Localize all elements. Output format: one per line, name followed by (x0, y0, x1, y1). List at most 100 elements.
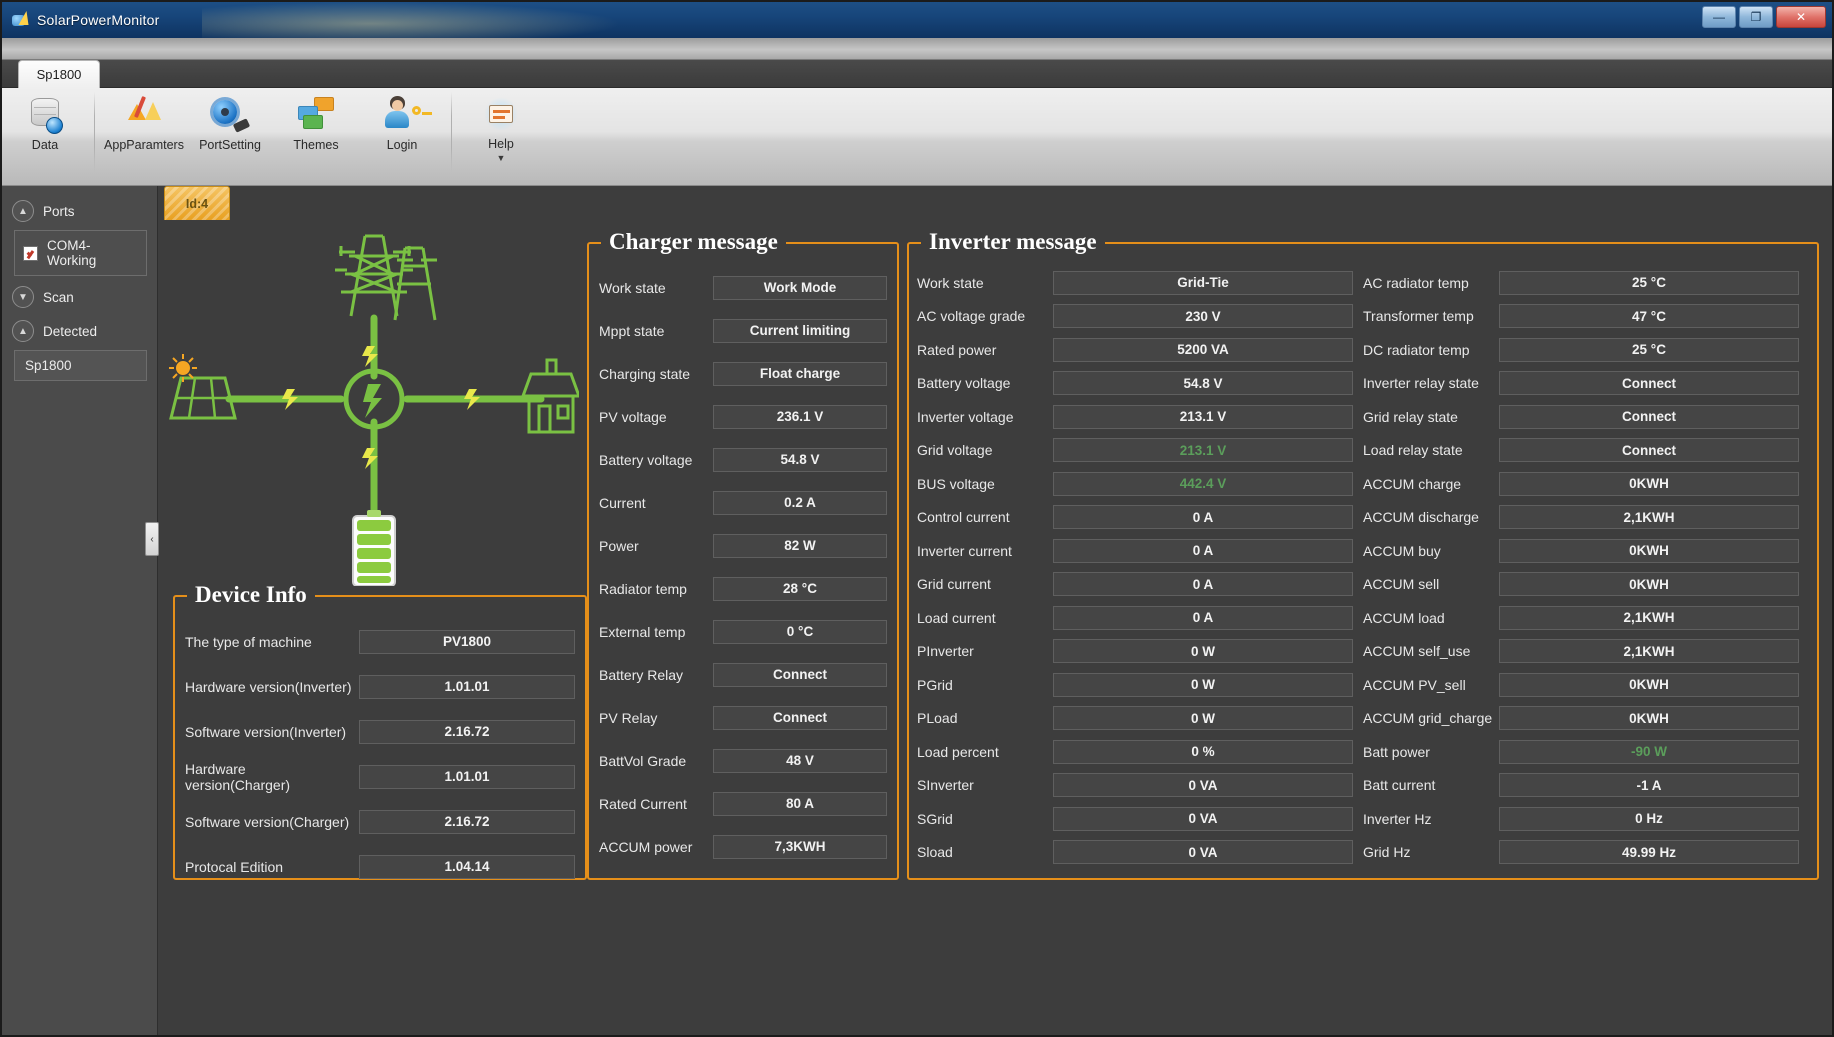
inverter-value: 47 °C (1499, 304, 1799, 329)
solar-panel-icon (169, 354, 237, 420)
chevron-up-icon-ports[interactable]: ▲ (12, 200, 34, 222)
sidebar-label-scan: Scan (43, 289, 74, 305)
sidebar-item-com4[interactable]: COM4-Working (14, 230, 147, 276)
chevron-down-icon[interactable]: ▼ (497, 153, 506, 163)
inverter-label: ACCUM load (1363, 609, 1445, 626)
inverter-value: 0 VA (1053, 773, 1353, 798)
inverter-row: ACCUM load 2,1KWH (1363, 601, 1809, 635)
inverter-row: Work state Grid-Tie (917, 266, 1363, 300)
charger-row: Mppt state Current limiting (599, 309, 887, 352)
charger-row: ACCUM power 7,3KWH (599, 825, 887, 868)
device-info-row: The type of machine PV1800 (185, 619, 575, 664)
inverter-value: 0KWH (1499, 706, 1799, 731)
inverter-label: Inverter voltage (917, 408, 1014, 425)
inverter-label: PLoad (917, 710, 958, 727)
inverter-value: 230 V (1053, 304, 1353, 329)
device-info-value: 1.01.01 (359, 764, 575, 789)
inverter-row: Batt power -90 W (1363, 735, 1809, 769)
minimize-button[interactable]: — (1702, 6, 1736, 28)
parameters-icon (124, 94, 164, 134)
inverter-value: 0KWH (1499, 572, 1799, 597)
ribbon-button-data-label: Data (31, 138, 59, 152)
inverter-row: AC voltage grade 230 V (917, 300, 1363, 334)
device-info-label: Software version(Charger) (185, 813, 350, 830)
chevron-down-icon-scan[interactable]: ▼ (12, 286, 34, 308)
close-button[interactable]: ✕ (1776, 6, 1826, 28)
device-info-row: Software version(Inverter) 2.16.72 (185, 709, 575, 754)
inverter-label: Work state (917, 274, 984, 291)
maximize-button[interactable]: ❐ (1739, 6, 1773, 28)
inverter-label: Load percent (917, 743, 999, 760)
tab-sp1800[interactable]: Sp1800 (18, 60, 100, 88)
ribbon-top-strip (2, 38, 1832, 60)
inverter-row: Inverter current 0 A (917, 534, 1363, 568)
inverter-label: Grid voltage (917, 442, 993, 459)
inverter-value: 2,1KWH (1499, 639, 1799, 664)
ribbon-button-data[interactable]: Data (2, 88, 88, 152)
inverter-label: DC radiator temp (1363, 341, 1470, 358)
sidebar-section-detected[interactable]: ▲ Detected (2, 314, 157, 348)
charger-label: Battery Relay (599, 666, 684, 683)
inverter-value: 0 Hz (1499, 806, 1799, 831)
database-icon (25, 94, 65, 134)
inverter-row: PInverter 0 W (917, 635, 1363, 669)
ribbon-button-login[interactable]: Login (359, 88, 445, 152)
charger-value: Current limiting (713, 318, 887, 343)
inverter-value: 0KWH (1499, 672, 1799, 697)
inverter-value: 0 A (1053, 505, 1353, 530)
inverter-label: ACCUM self_use (1363, 643, 1471, 660)
device-info-value: PV1800 (359, 629, 575, 654)
inverter-value: 213.1 V (1053, 404, 1353, 429)
inverter-label: SInverter (917, 777, 974, 794)
ribbon-button-appparamters[interactable]: AppParamters (101, 88, 187, 152)
themes-icon (296, 94, 336, 134)
ribbon-group-help: Help ▼ (458, 88, 544, 184)
inverter-label: Control current (917, 509, 1010, 526)
charger-label: ACCUM power (599, 838, 693, 855)
checkbox-com4[interactable] (23, 245, 38, 261)
charger-label: Charging state (599, 365, 691, 382)
device-info-value: 1.04.14 (359, 854, 575, 879)
inverter-value: 2,1KWH (1499, 605, 1799, 630)
charger-value: 80 A (713, 791, 887, 816)
sidebar-section-ports[interactable]: ▲ Ports (2, 194, 157, 228)
inverter-label: PGrid (917, 676, 953, 693)
help-icon-wrap (481, 94, 521, 134)
inverter-label: Inverter Hz (1363, 810, 1432, 827)
device-info-value: 1.01.01 (359, 674, 575, 699)
inverter-value: 54.8 V (1053, 371, 1353, 396)
inverter-row: Load current 0 A (917, 601, 1363, 635)
inverter-label: Batt power (1363, 743, 1430, 760)
login-icon (382, 94, 432, 134)
inverter-message-panel: Inverter message Work state Grid-Tie AC v… (907, 229, 1819, 880)
inverter-row: Batt current -1 A (1363, 769, 1809, 803)
inverter-value: 25 °C (1499, 337, 1799, 362)
sidebar-section-scan[interactable]: ▼ Scan (2, 280, 157, 314)
inverter-label: ACCUM buy (1363, 542, 1441, 559)
inverter-label: Batt current (1363, 777, 1436, 794)
sidebar-item-sp1800[interactable]: Sp1800 (14, 350, 147, 381)
device-info-row: Hardware version(Charger) 1.01.01 (185, 754, 575, 799)
ribbon-button-portsetting[interactable]: PortSetting (187, 88, 273, 152)
chevron-up-icon-detected[interactable]: ▲ (12, 320, 34, 342)
charger-value: Connect (713, 662, 887, 687)
sidebar-label-detected: Detected (43, 323, 98, 339)
ribbon-button-themes[interactable]: Themes (273, 88, 359, 152)
ribbon-button-help[interactable]: Help ▼ (458, 88, 544, 163)
charger-row: Rated Current 80 A (599, 782, 887, 825)
device-tab-id4[interactable]: Id:4 (164, 186, 230, 220)
ribbon-button-appparamters-label: AppParamters (104, 138, 184, 152)
device-info-label: The type of machine (185, 633, 312, 650)
sidebar-collapse-handle[interactable]: ‹ (145, 522, 159, 556)
document-tab-bar: Sp1800 (2, 60, 1832, 88)
content-area: Id:4 Device Info The type of machine PV1… (159, 186, 1832, 1035)
sidebar-label-ports: Ports (43, 203, 75, 219)
inverter-row: Inverter relay state Connect (1363, 367, 1809, 401)
inverter-label: SGrid (917, 810, 953, 827)
inverter-value: 0 A (1053, 538, 1353, 563)
inverter-value: 0 W (1053, 639, 1353, 664)
inverter-row: ACCUM discharge 2,1KWH (1363, 501, 1809, 535)
inverter-row: PGrid 0 W (917, 668, 1363, 702)
charger-row: Charging state Float charge (599, 352, 887, 395)
inverter-label: Rated power (917, 341, 997, 358)
